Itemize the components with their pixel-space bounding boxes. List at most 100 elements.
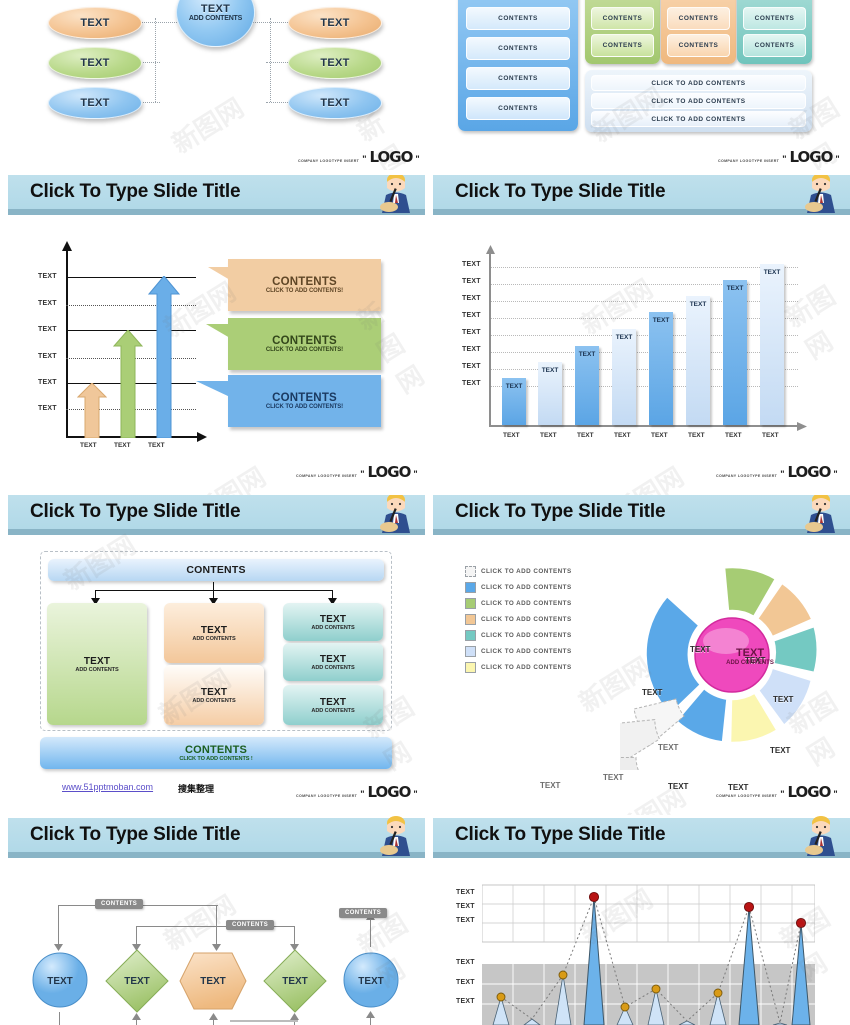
slide-6-donut-diagram[interactable]: Click To Type Slide Title CLICK TO ADD C… xyxy=(425,495,850,815)
gridline xyxy=(491,284,798,285)
logo-quote-left: " xyxy=(360,789,365,799)
credit-link[interactable]: www.51pptmoban.com xyxy=(62,782,153,792)
slide-1-ellipse-diagram[interactable]: TEXT TEXT TEXT TEXT ADD CONTENTS TEXT TE… xyxy=(0,0,425,170)
panel-green-item-2[interactable]: CONTENTS xyxy=(591,7,654,30)
slide-5-org-boxes[interactable]: Click To Type Slide Title CONTENTS TEXT … xyxy=(0,495,425,815)
legend-label: CLICK TO ADD CONTENTS xyxy=(481,664,572,671)
tag-contents-1[interactable]: CONTENTS xyxy=(95,899,144,909)
page-title: Click To Type Slide Title xyxy=(455,181,666,202)
footer-logo: COMPANY LOGOTYPE INSERT " LOGO " xyxy=(296,463,418,481)
bottom-contents-bar[interactable]: CONTENTS CLICK TO ADD CONTENTS ! xyxy=(40,737,392,769)
arrow-down-3 xyxy=(212,944,221,951)
callout-blue[interactable]: CONTENTS CLICK TO ADD CONTENTS! xyxy=(228,375,381,427)
node-label: TEXT xyxy=(80,97,110,109)
bar-6[interactable]: TEXT xyxy=(686,296,710,425)
spike-chart-plot[interactable] xyxy=(482,881,815,1025)
node-right-3[interactable]: TEXT xyxy=(288,87,382,119)
bar-2[interactable]: TEXT xyxy=(538,362,562,425)
bar-5[interactable]: TEXT xyxy=(649,312,673,425)
teal-box-1[interactable]: TEXT ADD CONTENTS xyxy=(283,603,383,641)
logo-brand: LOGO xyxy=(787,783,832,801)
header-accent xyxy=(0,815,8,853)
orange-box-1[interactable]: TEXT ADD CONTENTS xyxy=(164,603,264,663)
panel-orange-item-2[interactable]: CONTENTS xyxy=(667,7,730,30)
logo-caption: COMPANY LOGOTYPE INSERT xyxy=(296,794,358,798)
businessman-icon xyxy=(805,495,835,533)
node-right-1[interactable]: TEXT xyxy=(288,7,382,39)
node-label: TEXT xyxy=(320,97,350,109)
slide-4-bar-chart[interactable]: Click To Type Slide Title TEXT TEXT TEXT… xyxy=(425,175,850,495)
logo-caption: COMPANY LOGOTYPE INSERT xyxy=(716,474,778,478)
y-tick-label-lower: TEXT xyxy=(456,979,475,986)
x-axis-arrowhead xyxy=(797,422,807,431)
panel-green-item-3[interactable]: CONTENTS xyxy=(591,34,654,57)
bar-7[interactable]: TEXT xyxy=(723,280,747,425)
callout-title: CONTENTS xyxy=(272,276,337,288)
tag-contents-2[interactable]: CONTENTS xyxy=(226,920,275,930)
y-tick-label-upper: TEXT xyxy=(456,889,475,896)
panel-left-item-4[interactable]: CONTENTS xyxy=(466,67,570,90)
panel-bottom-item-1[interactable]: CLICK TO ADD CONTENTS xyxy=(591,75,806,91)
node-left-3[interactable]: TEXT xyxy=(48,87,142,119)
tag-contents-3[interactable]: CONTENTS xyxy=(339,908,388,918)
callout-green[interactable]: CONTENTS CLICK TO ADD CONTENTS! xyxy=(228,318,381,370)
legend-item-7[interactable]: CLICK TO ADD CONTENTS xyxy=(465,662,572,673)
legend-item-3[interactable]: CLICK TO ADD CONTENTS xyxy=(465,598,572,609)
businessman-icon xyxy=(805,816,835,856)
panel-teal-item-3[interactable]: CONTENTS xyxy=(743,34,806,57)
callout-orange-tail xyxy=(208,267,230,280)
hub-subtitle: ADD CONTENTS xyxy=(715,660,785,666)
slide-8-spike-chart[interactable]: Click To Type Slide Title TEXT TEXT TEXT… xyxy=(425,815,850,1025)
legend-item-2[interactable]: CLICK TO ADD CONTENTS xyxy=(465,582,572,593)
box-title: TEXT xyxy=(200,624,228,636)
logo-quote-right: " xyxy=(833,789,838,799)
credit-suffix-text: 搜集整理 xyxy=(178,785,215,795)
node-left-2[interactable]: TEXT xyxy=(48,47,142,79)
panel-left-item-3[interactable]: CONTENTS xyxy=(466,37,570,60)
credit-url: www.51pptmoban.com xyxy=(62,782,154,792)
legend-item-5[interactable]: CLICK TO ADD CONTENTS xyxy=(465,630,572,641)
panel-left-item-2[interactable]: CONTENTS xyxy=(466,7,570,30)
panel-left-item-5[interactable]: CONTENTS xyxy=(466,97,570,120)
node-right-2[interactable]: TEXT xyxy=(288,47,382,79)
tag1-left-stem xyxy=(58,905,60,947)
y-tick-label: TEXT xyxy=(38,273,57,280)
header-accent xyxy=(425,815,433,853)
x-tick-label: TEXT xyxy=(688,432,705,439)
legend-item-1[interactable]: CLICK TO ADD CONTENTS xyxy=(465,566,572,577)
legend-item-6[interactable]: CLICK TO ADD CONTENTS xyxy=(465,646,572,657)
slide-2-contents-panels[interactable]: CONTENTS CONTENTS CONTENTS CONTENTS CONT… xyxy=(425,0,850,170)
bar-3[interactable]: TEXT xyxy=(575,346,599,425)
legend-item-4[interactable]: CLICK TO ADD CONTENTS xyxy=(465,614,572,625)
slide-3-arrow-chart[interactable]: Click To Type Slide Title TEXT TEXT TEXT… xyxy=(0,175,425,495)
orange-box-2[interactable]: TEXT ADD CONTENTS xyxy=(164,665,264,725)
footer-logo: COMPANY LOGOTYPE INSERT " LOGO " xyxy=(298,148,420,166)
y-tick-label-lower: TEXT xyxy=(456,959,475,966)
logo-quote-right: " xyxy=(833,469,838,479)
hub-title: TEXT xyxy=(720,647,780,659)
teal-box-3[interactable]: TEXT ADD CONTENTS xyxy=(283,685,383,725)
connector-right-vertical xyxy=(270,18,271,102)
callout-green-tail xyxy=(206,324,230,338)
y-axis-arrowhead xyxy=(486,245,495,254)
panel-bottom-item-3[interactable]: CLICK TO ADD CONTENTS xyxy=(591,111,806,127)
slide-7-flow-shapes[interactable]: Click To Type Slide Title CONTENTS CONTE… xyxy=(0,815,425,1025)
bar-8[interactable]: TEXT xyxy=(760,264,784,425)
node-left-1[interactable]: TEXT xyxy=(48,7,142,39)
teal-box-2[interactable]: TEXT ADD CONTENTS xyxy=(283,643,383,681)
panel-teal-item-2[interactable]: CONTENTS xyxy=(743,7,806,30)
y-tick-label: TEXT xyxy=(38,353,57,360)
legend-label: CLICK TO ADD CONTENTS xyxy=(481,648,572,655)
bar-1[interactable]: TEXT xyxy=(502,378,526,425)
node-center[interactable]: TEXT ADD CONTENTS xyxy=(176,0,255,47)
callout-orange[interactable]: CONTENTS CLICK TO ADD CONTENTS! xyxy=(228,259,381,311)
top-contents-bar[interactable]: CONTENTS xyxy=(48,559,384,581)
logo-brand: LOGO xyxy=(367,463,412,481)
green-box-1[interactable]: TEXT ADD CONTENTS xyxy=(47,603,147,725)
pill-label: CONTENTS xyxy=(678,15,719,22)
panel-bottom-item-2[interactable]: CLICK TO ADD CONTENTS xyxy=(591,93,806,109)
bar-4[interactable]: TEXT xyxy=(612,329,636,425)
tag-label: CONTENTS xyxy=(345,910,382,916)
watermark: 新图网 xyxy=(167,93,250,161)
panel-orange-item-3[interactable]: CONTENTS xyxy=(667,34,730,57)
